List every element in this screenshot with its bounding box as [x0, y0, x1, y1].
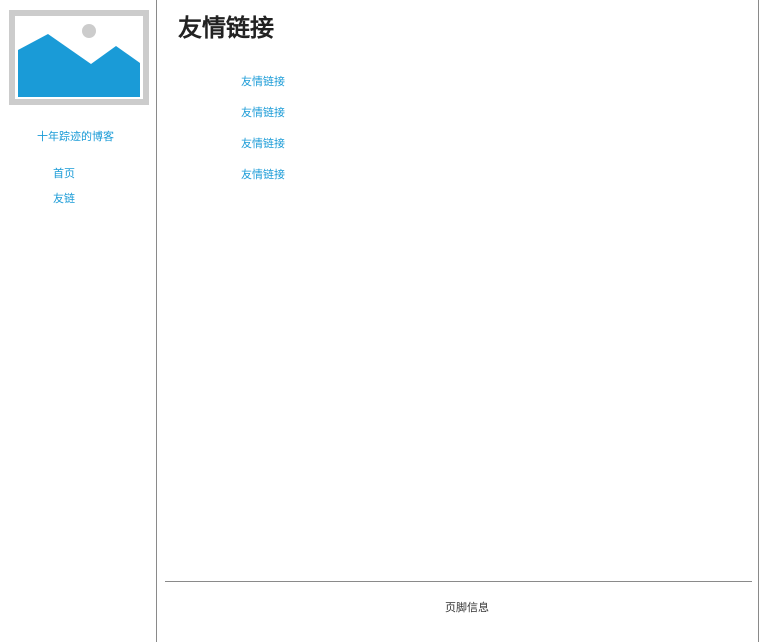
page-title: 友情链接 — [178, 14, 274, 42]
friend-link-item[interactable]: 友情链接 — [241, 75, 285, 106]
sidebar: 十年踪迹的博客 首页 友链 — [0, 0, 157, 642]
footer-divider — [165, 581, 752, 582]
right-border-divider — [758, 0, 759, 642]
page: 十年踪迹的博客 首页 友链 友情链接 友情链接 友情链接 友情链接 友情链接 页… — [0, 0, 760, 642]
friend-links-list: 友情链接 友情链接 友情链接 友情链接 — [241, 75, 285, 199]
friend-link-item[interactable]: 友情链接 — [241, 106, 285, 137]
main-content: 友情链接 友情链接 友情链接 友情链接 友情链接 — [158, 0, 758, 642]
friend-link-item[interactable]: 友情链接 — [241, 168, 285, 199]
nav-item-friend-links[interactable]: 友链 — [53, 192, 75, 217]
footer-text: 页脚信息 — [445, 601, 489, 614]
blog-name-link[interactable]: 十年踪迹的博客 — [0, 128, 151, 144]
image-placeholder-icon — [9, 10, 149, 105]
friend-link-item[interactable]: 友情链接 — [241, 137, 285, 168]
sidebar-nav: 首页 友链 — [53, 167, 75, 217]
nav-item-home[interactable]: 首页 — [53, 167, 75, 192]
